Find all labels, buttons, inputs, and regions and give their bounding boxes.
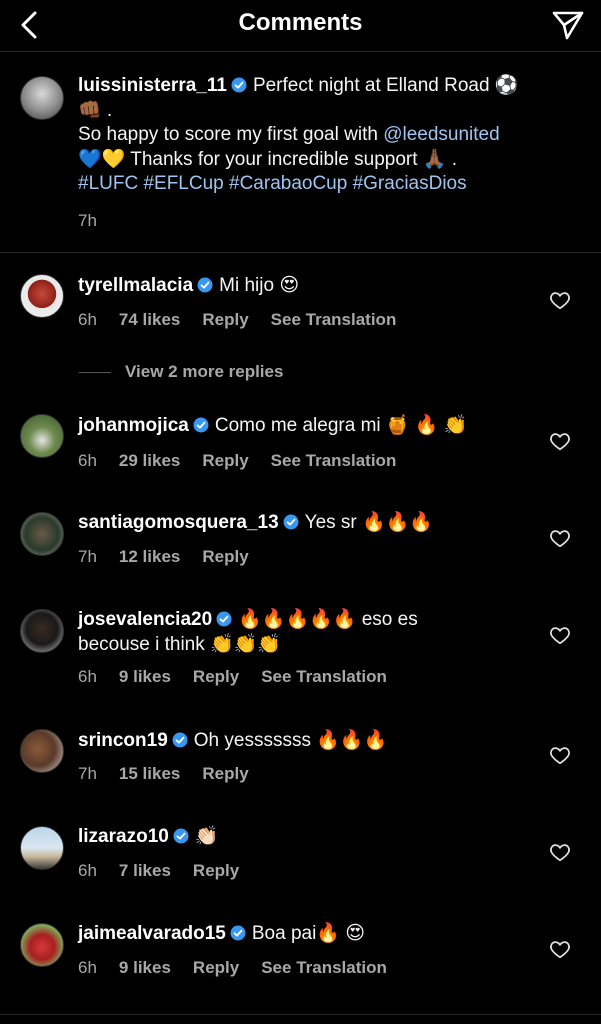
likes-count[interactable]: 7 likes <box>119 861 171 880</box>
reply-button[interactable]: Reply <box>193 861 239 880</box>
divider <box>0 1014 601 1015</box>
likes-count[interactable]: 29 likes <box>119 451 180 470</box>
verified-badge-icon <box>193 417 209 433</box>
verified-badge-icon <box>216 611 232 627</box>
avatar[interactable] <box>20 512 64 556</box>
heart-icon[interactable] <box>549 289 571 311</box>
comment-text: Boa pai🔥 😍 <box>251 923 366 944</box>
comment-text: 🔥🔥🔥🔥🔥 eso es <box>238 609 418 630</box>
heart-icon[interactable] <box>549 841 571 863</box>
view-more-replies-button[interactable]: View 2 more replies <box>79 362 283 382</box>
caption-text-line2: 👊🏾 . <box>78 99 113 121</box>
heart-icon[interactable] <box>549 527 571 549</box>
share-button[interactable] <box>549 6 587 44</box>
reply-button[interactable]: Reply <box>202 451 248 470</box>
verified-badge-icon <box>173 828 189 844</box>
hashtags[interactable]: #LUFC #EFLCup #CarabaoCup #GraciasDios <box>78 173 467 194</box>
comment-text: Oh yesssssss 🔥🔥🔥 <box>193 730 388 751</box>
avatar[interactable] <box>20 826 64 870</box>
comment-username[interactable]: josevalencia20 <box>78 609 212 630</box>
see-translation-button[interactable]: See Translation <box>261 958 387 977</box>
verified-badge-icon <box>230 925 246 941</box>
avatar[interactable] <box>20 414 64 458</box>
caption-time: 7h <box>78 211 97 230</box>
avatar[interactable] <box>20 274 64 318</box>
comment-username[interactable]: jaimealvarado15 <box>78 923 226 944</box>
post-caption: luissinisterra_11 Perfect night at Elland… <box>0 52 601 253</box>
see-translation-button[interactable]: See Translation <box>271 310 397 329</box>
verified-badge-icon <box>197 277 213 293</box>
reply-button[interactable]: Reply <box>202 764 248 783</box>
verified-badge-icon <box>283 514 299 530</box>
comment-time: 6h <box>78 667 97 686</box>
avatar[interactable] <box>20 76 64 120</box>
heart-icon[interactable] <box>549 624 571 646</box>
caption-meta: 7h <box>78 211 119 231</box>
reply-button[interactable]: Reply <box>193 958 239 977</box>
reply-button[interactable]: Reply <box>202 310 248 329</box>
comment-time: 7h <box>78 764 97 783</box>
likes-count[interactable]: 9 likes <box>119 958 171 977</box>
top-bar: Comments <box>0 0 601 52</box>
comment-time: 6h <box>78 958 97 977</box>
comment-time: 6h <box>78 861 97 880</box>
mention-link[interactable]: @leedsunited <box>383 124 499 145</box>
caption-username[interactable]: luissinisterra_11 <box>78 75 227 96</box>
likes-count[interactable]: 74 likes <box>119 310 180 329</box>
reply-button[interactable]: Reply <box>202 547 248 566</box>
avatar[interactable] <box>20 923 64 967</box>
comment-username[interactable]: tyrellmalacia <box>78 275 193 296</box>
comment-text: Yes sr 🔥🔥🔥 <box>304 512 433 533</box>
view-replies-label: View 2 more replies <box>125 362 284 381</box>
comment-time: 7h <box>78 547 97 566</box>
reply-button[interactable]: Reply <box>193 667 239 686</box>
comment-time: 6h <box>78 310 97 329</box>
comment-time: 6h <box>78 451 97 470</box>
likes-count[interactable]: 9 likes <box>119 667 171 686</box>
divider <box>79 371 111 373</box>
comment-text: 👏🏻 <box>194 826 219 847</box>
comment-username[interactable]: srincon19 <box>78 730 168 751</box>
caption-text-line4: 💙💛 Thanks for your incredible support 🙏🏾… <box>78 148 457 170</box>
likes-count[interactable]: 15 likes <box>119 764 180 783</box>
heart-icon[interactable] <box>549 938 571 960</box>
comment-text: Mi hijo 😍 <box>219 275 300 296</box>
see-translation-button[interactable]: See Translation <box>261 667 387 686</box>
avatar[interactable] <box>20 729 64 773</box>
paper-plane-icon <box>552 11 584 40</box>
avatar[interactable] <box>20 609 64 653</box>
page-title: Comments <box>238 9 363 36</box>
comment-text-line2: becouse i think 👏👏👏 <box>78 633 281 655</box>
comment-username[interactable]: lizarazo10 <box>78 826 169 847</box>
comment-text: Como me alegra mi 🍯 🔥 👏 <box>214 415 468 436</box>
caption-text-line3: So happy to score my first goal with <box>78 124 384 145</box>
comment-username[interactable]: johanmojica <box>78 415 189 436</box>
heart-icon[interactable] <box>549 744 571 766</box>
see-translation-button[interactable]: See Translation <box>271 451 397 470</box>
verified-badge-icon <box>172 732 188 748</box>
likes-count[interactable]: 12 likes <box>119 547 180 566</box>
verified-badge-icon <box>231 77 247 93</box>
caption-text-line1: Perfect night at Elland Road ⚽ <box>252 75 519 96</box>
comment-username[interactable]: santiagomosquera_13 <box>78 512 279 533</box>
heart-icon[interactable] <box>549 430 571 452</box>
